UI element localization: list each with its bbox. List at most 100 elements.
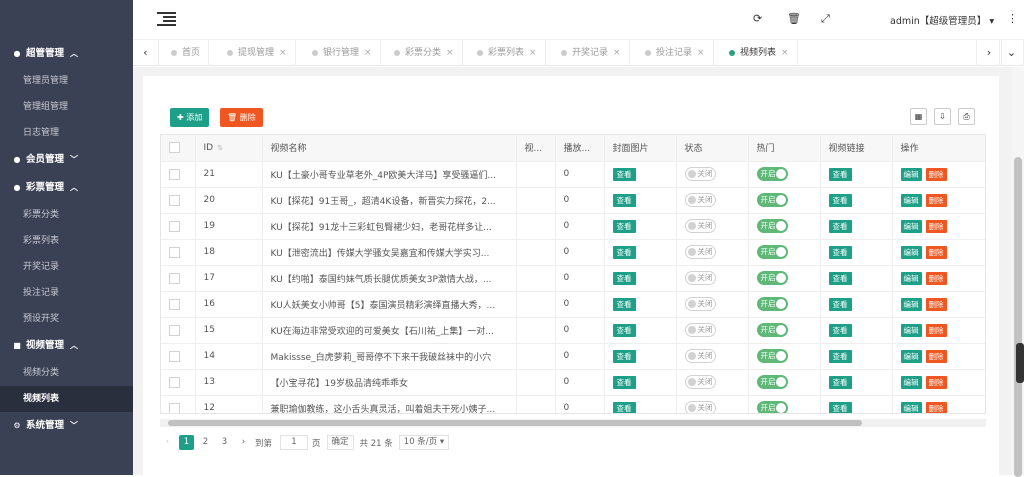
sidebar-item-group-manage[interactable]: 管理组管理 <box>0 94 133 120</box>
edit-button[interactable]: 编辑 <box>900 401 922 413</box>
row-checkbox[interactable] <box>161 265 196 292</box>
row-checkbox[interactable] <box>161 343 196 370</box>
close-icon[interactable]: × <box>697 48 705 58</box>
hot-switch[interactable]: 开启 <box>756 219 788 233</box>
sidebar-item-logs[interactable]: 日志管理 <box>0 120 133 146</box>
tab-menu-chevron-icon[interactable]: ⌄ <box>999 40 1024 66</box>
menu-toggle-icon[interactable] <box>157 12 176 26</box>
view-link-button[interactable]: 查看 <box>828 323 852 337</box>
status-switch[interactable]: 关闭 <box>684 323 716 337</box>
view-link-button[interactable]: 查看 <box>828 297 852 311</box>
row-delete-button[interactable]: 删除 <box>925 297 947 311</box>
row-delete-button[interactable]: 删除 <box>925 349 947 363</box>
tab-lottery-category[interactable]: 彩票分类 × <box>386 40 463 66</box>
tab-home[interactable]: 首页 <box>163 40 210 66</box>
table-horizontal-scrollbar[interactable] <box>160 419 986 427</box>
hot-switch[interactable]: 开启 <box>756 297 788 311</box>
row-checkbox[interactable] <box>161 213 196 240</box>
view-link-button[interactable]: 查看 <box>828 245 852 259</box>
edit-button[interactable]: 编辑 <box>900 271 922 285</box>
add-button[interactable]: ✚ 添加 <box>170 108 210 127</box>
hot-switch[interactable]: 开启 <box>756 375 788 389</box>
edit-button[interactable]: 编辑 <box>900 219 922 233</box>
status-switch[interactable]: 关闭 <box>684 167 716 181</box>
delete-button[interactable]: 🗑 删除 <box>220 108 263 127</box>
page-2-button[interactable]: 2 <box>198 435 213 450</box>
sidebar-item-preset-draw[interactable]: 预设开奖 <box>0 306 133 332</box>
view-link-button[interactable]: 查看 <box>828 349 852 363</box>
view-link-button[interactable]: 查看 <box>828 271 852 285</box>
row-checkbox[interactable] <box>161 187 196 214</box>
view-cover-button[interactable]: 查看 <box>612 401 636 413</box>
view-link-button[interactable]: 查看 <box>828 375 852 389</box>
edit-button[interactable]: 编辑 <box>900 193 922 207</box>
close-icon[interactable]: × <box>364 48 372 58</box>
row-delete-button[interactable]: 删除 <box>925 219 947 233</box>
export-icon[interactable]: ⇩ <box>934 108 951 125</box>
page-size-select[interactable]: 10 条/页 ▾ <box>398 435 450 450</box>
next-page-icon[interactable]: › <box>236 435 251 450</box>
fullscreen-icon[interactable]: ⤢ <box>821 12 830 26</box>
select-all-checkbox[interactable] <box>161 135 196 162</box>
hot-switch[interactable]: 开启 <box>756 271 788 285</box>
sidebar-item-video-category[interactable]: 视频分类 <box>0 360 133 386</box>
sidebar-item-draw-records[interactable]: 开奖记录 <box>0 254 133 280</box>
view-cover-button[interactable]: 查看 <box>612 375 636 389</box>
edit-button[interactable]: 编辑 <box>900 349 922 363</box>
row-delete-button[interactable]: 删除 <box>925 375 947 389</box>
sidebar-group-lottery[interactable]: ● 彩票管理 ︿ <box>0 174 133 202</box>
row-delete-button[interactable]: 删除 <box>925 323 947 337</box>
edit-button[interactable]: 编辑 <box>900 297 922 311</box>
page-1-button[interactable]: 1 <box>179 435 194 450</box>
view-cover-button[interactable]: 查看 <box>612 271 636 285</box>
edit-button[interactable]: 编辑 <box>900 167 922 181</box>
tab-video-list[interactable]: 视频列表 × <box>721 40 798 66</box>
more-vertical-icon[interactable]: ⋮ <box>1007 12 1018 25</box>
row-checkbox[interactable] <box>161 291 196 318</box>
view-link-button[interactable]: 查看 <box>828 167 852 181</box>
row-checkbox[interactable] <box>161 369 196 396</box>
hot-switch[interactable]: 开启 <box>756 245 788 259</box>
columns-filter-icon[interactable]: ▦ <box>910 108 927 125</box>
row-delete-button[interactable]: 删除 <box>925 167 947 181</box>
sidebar-item-lottery-list[interactable]: 彩票列表 <box>0 228 133 254</box>
page-scrollbar[interactable] <box>1012 67 1024 477</box>
user-menu[interactable]: admin【超级管理员】 ▾ <box>890 13 994 27</box>
close-icon[interactable]: × <box>613 48 621 58</box>
sidebar-group-admin[interactable]: ● 超管管理 ︿ <box>0 40 133 68</box>
close-icon[interactable]: × <box>529 48 537 58</box>
hot-switch[interactable]: 开启 <box>756 349 788 363</box>
print-icon[interactable]: ⎙ <box>958 108 975 125</box>
tab-scroll-left-icon[interactable]: ‹ <box>133 40 159 66</box>
tab-draw-records[interactable]: 开奖记录 × <box>553 40 630 66</box>
sidebar-item-video-list[interactable]: 视频列表 <box>0 386 133 412</box>
status-switch[interactable]: 关闭 <box>684 271 716 285</box>
close-icon[interactable]: × <box>446 48 454 58</box>
view-cover-button[interactable]: 查看 <box>612 297 636 311</box>
status-switch[interactable]: 关闭 <box>684 375 716 389</box>
sidebar-item-bet-records[interactable]: 投注记录 <box>0 280 133 306</box>
status-switch[interactable]: 关闭 <box>684 193 716 207</box>
sidebar-group-system[interactable]: ⚙ 系统管理 ﹀ <box>0 412 133 440</box>
tab-withdrawal[interactable]: 提现管理 × <box>219 40 296 66</box>
sidebar-group-members[interactable]: ● 会员管理 ﹀ <box>0 146 133 174</box>
view-link-button[interactable]: 查看 <box>828 401 852 413</box>
row-delete-button[interactable]: 删除 <box>925 401 947 413</box>
sidebar-item-admin-manage[interactable]: 管理员管理 <box>0 68 133 94</box>
hot-switch[interactable]: 开启 <box>756 401 788 413</box>
row-checkbox[interactable] <box>161 161 196 188</box>
tab-bet-records[interactable]: 投注记录 × <box>637 40 714 66</box>
tab-lottery-list[interactable]: 彩票列表 × <box>469 40 546 66</box>
prev-page-icon[interactable]: ‹ <box>160 435 175 450</box>
row-delete-button[interactable]: 删除 <box>925 271 947 285</box>
close-icon[interactable]: × <box>279 48 287 58</box>
status-switch[interactable]: 关闭 <box>684 401 716 413</box>
view-cover-button[interactable]: 查看 <box>612 167 636 181</box>
column-header-id[interactable]: ID ⇅ <box>195 135 263 162</box>
status-switch[interactable]: 关闭 <box>684 219 716 233</box>
trash-icon[interactable]: 🗑 <box>787 12 801 25</box>
view-link-button[interactable]: 查看 <box>828 193 852 207</box>
goto-confirm-button[interactable]: 确定 <box>326 435 354 450</box>
hot-switch[interactable]: 开启 <box>756 193 788 207</box>
view-cover-button[interactable]: 查看 <box>612 219 636 233</box>
